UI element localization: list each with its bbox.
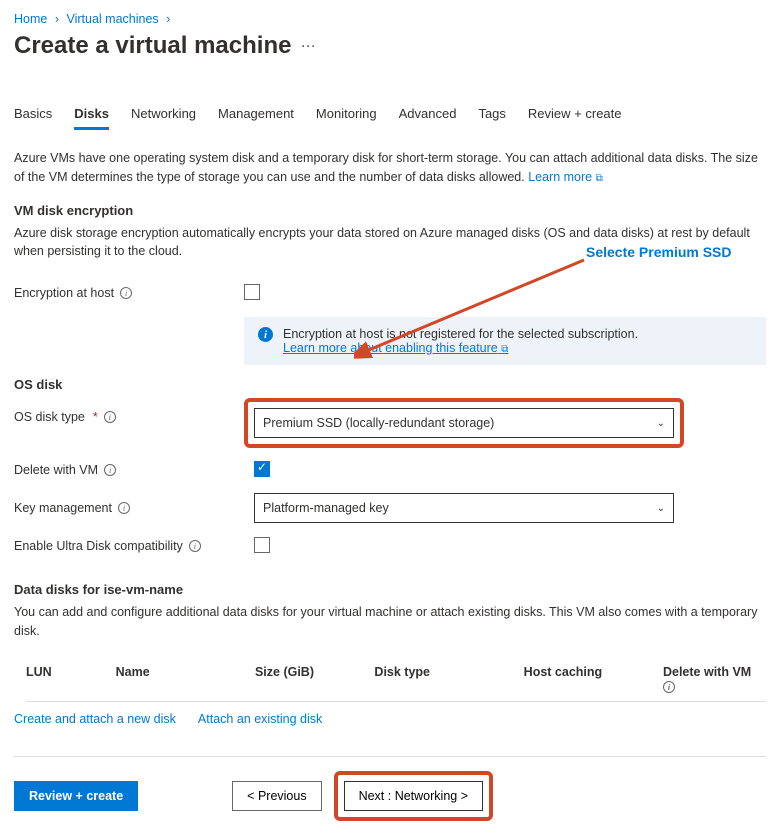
info-icon[interactable]: i: [663, 681, 675, 693]
chevron-down-icon: ⌄: [657, 503, 665, 514]
info-icon[interactable]: i: [104, 411, 116, 423]
osdisk-heading: OS disk: [14, 377, 766, 392]
review-create-button[interactable]: Review + create: [14, 781, 138, 811]
intro-text: Azure VMs have one operating system disk…: [14, 149, 766, 187]
key-mgmt-select[interactable]: Platform-managed key⌄: [254, 493, 674, 523]
tabs: Basics Disks Networking Management Monit…: [14, 106, 766, 131]
tab-management[interactable]: Management: [218, 106, 294, 130]
tab-review[interactable]: Review + create: [528, 106, 622, 130]
banner-text: Encryption at host is not registered for…: [283, 327, 638, 341]
encryption-host-checkbox[interactable]: [244, 284, 260, 300]
col-cache: Host caching: [524, 665, 623, 694]
osdisk-type-label: OS disk type: [14, 410, 85, 424]
col-name: Name: [116, 665, 215, 694]
learn-more-link[interactable]: Learn more ⧉: [528, 170, 603, 184]
delete-vm-label: Delete with VM: [14, 463, 98, 477]
col-lun: LUN: [26, 665, 76, 694]
create-disk-link[interactable]: Create and attach a new disk: [14, 712, 176, 726]
info-banner: i Encryption at host is not registered f…: [244, 317, 766, 365]
previous-button[interactable]: < Previous: [232, 781, 321, 811]
tab-monitoring[interactable]: Monitoring: [316, 106, 377, 130]
datadisk-columns: LUN Name Size (GiB) Disk type Host cachi…: [26, 657, 766, 703]
encryption-heading: VM disk encryption: [14, 203, 766, 218]
more-icon[interactable]: ···: [301, 39, 316, 53]
chevron-down-icon: ⌄: [657, 418, 665, 429]
highlight-next-button: Next : Networking >: [334, 771, 493, 821]
breadcrumb-vm[interactable]: Virtual machines: [66, 12, 158, 26]
breadcrumb-home[interactable]: Home: [14, 12, 47, 26]
info-icon[interactable]: i: [104, 464, 116, 476]
info-icon[interactable]: i: [118, 502, 130, 514]
col-delete: Delete with VM i: [663, 665, 766, 694]
tab-basics[interactable]: Basics: [14, 106, 52, 130]
chevron-icon: ›: [55, 12, 59, 26]
encryption-host-label: Encryption at host: [14, 286, 114, 300]
ultra-disk-label: Enable Ultra Disk compatibility: [14, 539, 183, 553]
tab-disks[interactable]: Disks: [74, 106, 109, 130]
col-type: Disk type: [374, 665, 483, 694]
chevron-icon: ›: [166, 12, 170, 26]
ultra-disk-checkbox[interactable]: [254, 537, 270, 553]
page-title: Create a virtual machine···: [14, 32, 766, 60]
osdisk-type-select[interactable]: Premium SSD (locally-redundant storage)⌄: [254, 408, 674, 438]
tab-advanced[interactable]: Advanced: [399, 106, 457, 130]
col-size: Size (GiB): [255, 665, 334, 694]
datadisks-heading: Data disks for ise-vm-name: [14, 582, 766, 597]
next-button[interactable]: Next : Networking >: [344, 781, 483, 811]
datadisks-desc: You can add and configure additional dat…: [14, 603, 766, 641]
info-icon[interactable]: i: [189, 540, 201, 552]
info-icon[interactable]: i: [120, 287, 132, 299]
banner-link[interactable]: Learn more about enabling this feature ⧉: [283, 341, 508, 355]
delete-vm-checkbox[interactable]: [254, 461, 270, 477]
annotation-callout: Selecte Premium SSD: [586, 244, 732, 260]
external-link-icon: ⧉: [596, 173, 603, 184]
tab-tags[interactable]: Tags: [478, 106, 505, 130]
attach-disk-link[interactable]: Attach an existing disk: [198, 712, 322, 726]
breadcrumb: Home › Virtual machines ›: [14, 12, 766, 26]
external-link-icon: ⧉: [501, 344, 508, 355]
highlight-os-disk-type: Premium SSD (locally-redundant storage)⌄: [244, 398, 684, 448]
key-mgmt-label: Key management: [14, 501, 112, 515]
info-circle-icon: i: [258, 327, 273, 342]
tab-networking[interactable]: Networking: [131, 106, 196, 130]
footer: Review + create < Previous Next : Networ…: [14, 756, 766, 835]
